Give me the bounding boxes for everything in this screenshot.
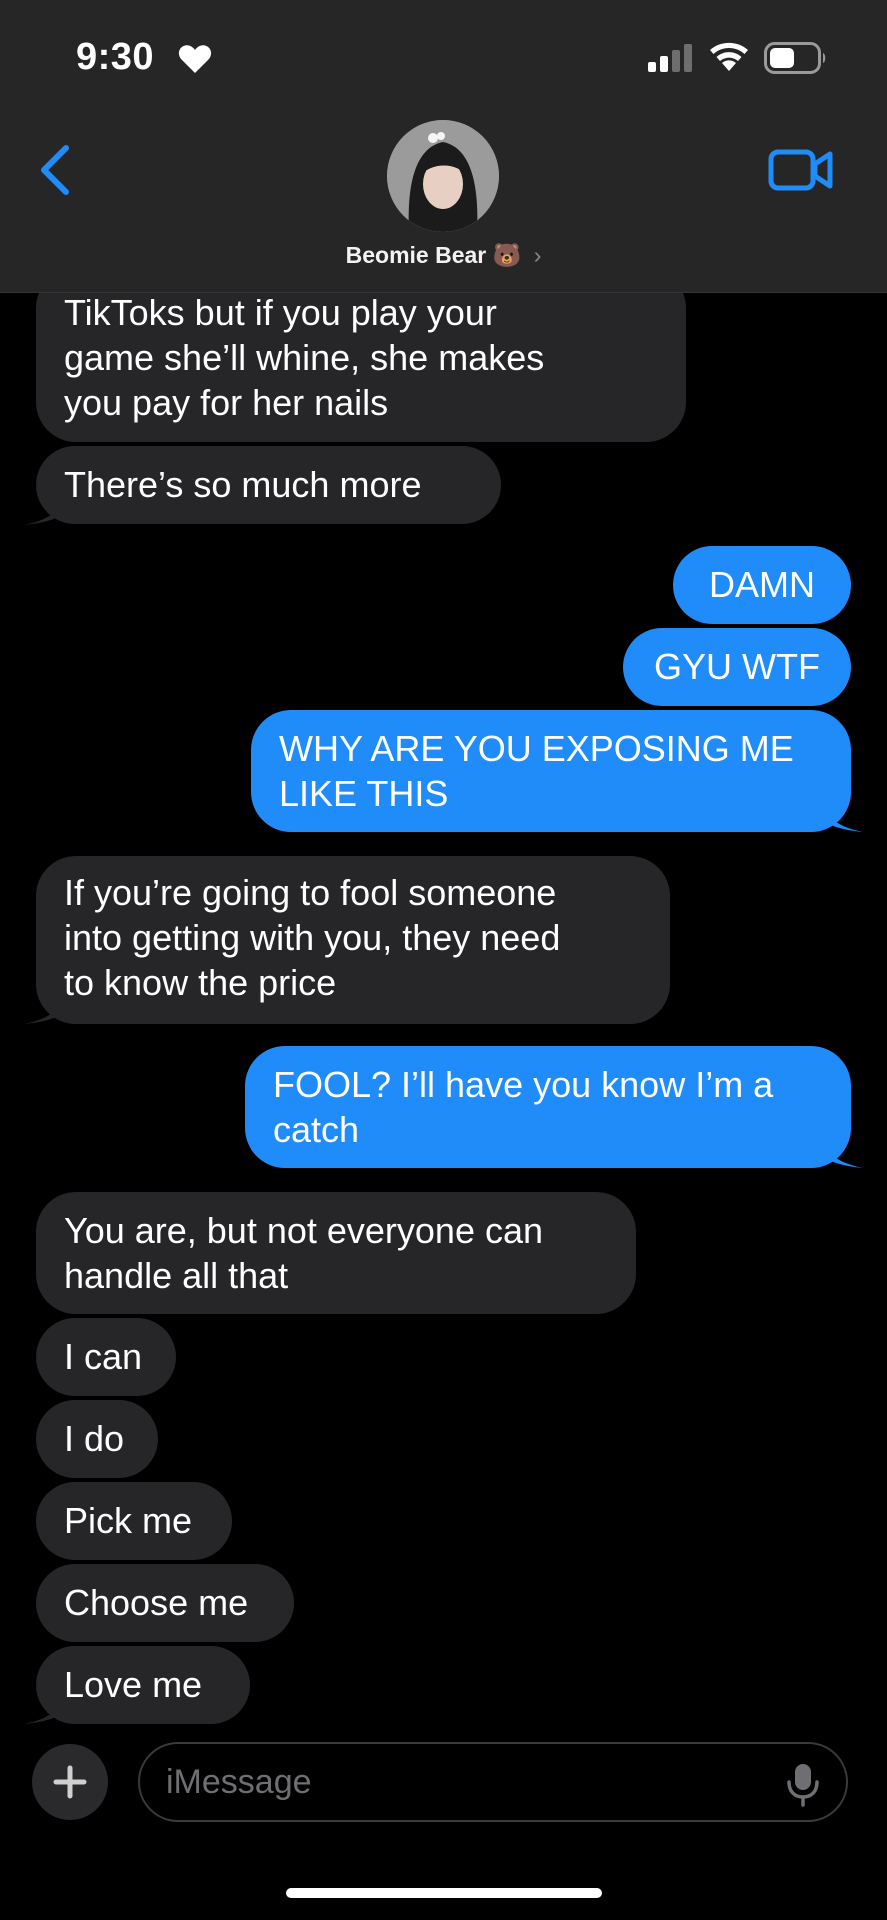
imessage-input[interactable] — [138, 1742, 848, 1822]
microphone-icon[interactable] — [786, 1762, 820, 1808]
outgoing-message[interactable]: DAMN — [673, 546, 851, 624]
plus-icon — [53, 1765, 87, 1799]
incoming-message[interactable]: There’s so much more — [36, 446, 501, 524]
chevron-left-icon[interactable] — [36, 142, 76, 198]
heart-icon — [178, 45, 212, 73]
avatar-photo — [387, 120, 499, 232]
bubble-tail — [823, 1130, 863, 1168]
home-indicator[interactable] — [286, 1888, 602, 1898]
battery-icon — [764, 42, 826, 74]
contact-name: Beomie Bear — [345, 242, 487, 268]
signal-strength-icon — [648, 44, 692, 72]
apps-plus-button[interactable] — [32, 1744, 108, 1820]
bubble-tail — [823, 794, 863, 832]
chevron-right-icon: › — [533, 242, 542, 268]
outgoing-message[interactable]: FOOL? I’ll have you know I’m a catch — [245, 1046, 851, 1168]
bubble-tail — [24, 1686, 64, 1724]
contact-emoji: 🐻 — [492, 242, 522, 268]
outgoing-message[interactable]: GYU WTF — [623, 628, 851, 706]
incoming-message[interactable]: If you’re going to fool someone into get… — [36, 856, 670, 1024]
incoming-message[interactable]: TikToks but if you play your game she’ll… — [36, 268, 686, 442]
status-time: 9:30 — [76, 36, 155, 78]
bubble-tail — [24, 487, 64, 525]
contact-avatar[interactable] — [387, 120, 499, 232]
bubble-tail — [24, 986, 64, 1024]
video-camera-icon[interactable] — [768, 148, 834, 192]
outgoing-message[interactable]: WHY ARE YOU EXPOSING ME LIKE THIS — [251, 710, 851, 832]
incoming-message[interactable]: Choose me — [36, 1564, 294, 1642]
incoming-message[interactable]: You are, but not everyone can handle all… — [36, 1192, 636, 1314]
incoming-message[interactable]: I do — [36, 1400, 158, 1478]
incoming-message[interactable]: I can — [36, 1318, 176, 1396]
wifi-icon — [710, 42, 748, 71]
incoming-message[interactable]: Pick me — [36, 1482, 232, 1560]
contact-name-row[interactable]: Beomie Bear 🐻 › — [0, 242, 887, 269]
conversation-header: 9:30 Beomie Bear 🐻 › — [0, 0, 887, 293]
incoming-message[interactable]: Love me — [36, 1646, 250, 1724]
